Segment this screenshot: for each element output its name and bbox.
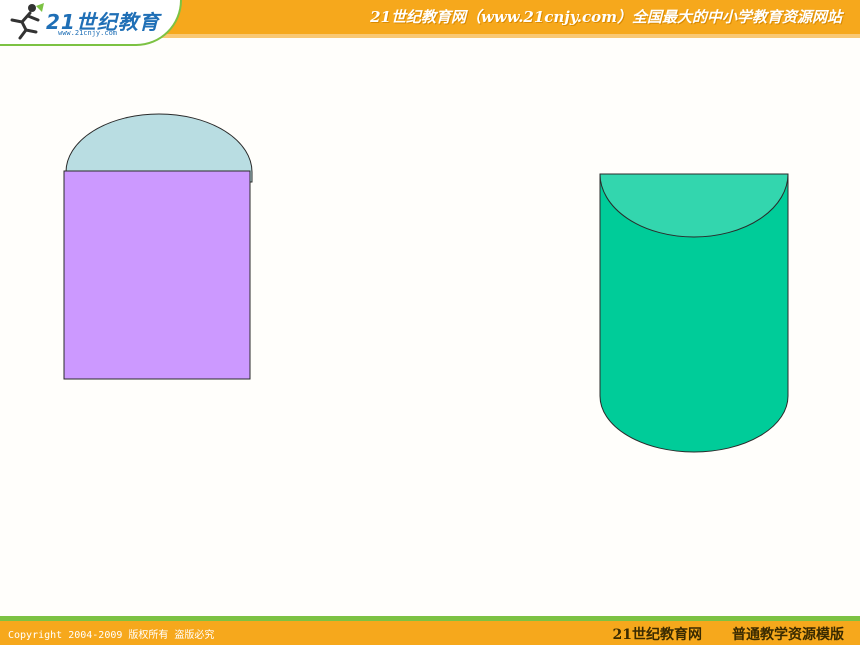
logo-url: www.21cnjy.com: [58, 29, 118, 37]
cylinder-body: [599, 173, 789, 453]
footer-right: 21世纪教育网 普通教学资源模版: [583, 624, 844, 644]
copyright-text: Copyright 2004-2009 版权所有 盗版必究: [8, 630, 215, 641]
site-logo[interactable]: 21世纪教育 www.21cnjy.com: [0, 0, 182, 46]
footer-template-label: 普通教学资源模版: [732, 627, 844, 643]
footer-brand: 21世纪教育网: [612, 627, 702, 643]
site-title: 21世纪教育网（www.21cnjy.com）全国最大的中小学教育资源网站: [370, 8, 842, 26]
semicircle-cap: [65, 113, 253, 183]
cylinder-top: [599, 173, 789, 238]
runner-logo-icon: [10, 3, 44, 40]
rectangle-body: [63, 170, 251, 380]
footer-bar: Copyright 2004-2009 版权所有 盗版必究 21世纪教育网 普通教…: [0, 621, 860, 645]
slide-canvas: [63, 113, 789, 453]
